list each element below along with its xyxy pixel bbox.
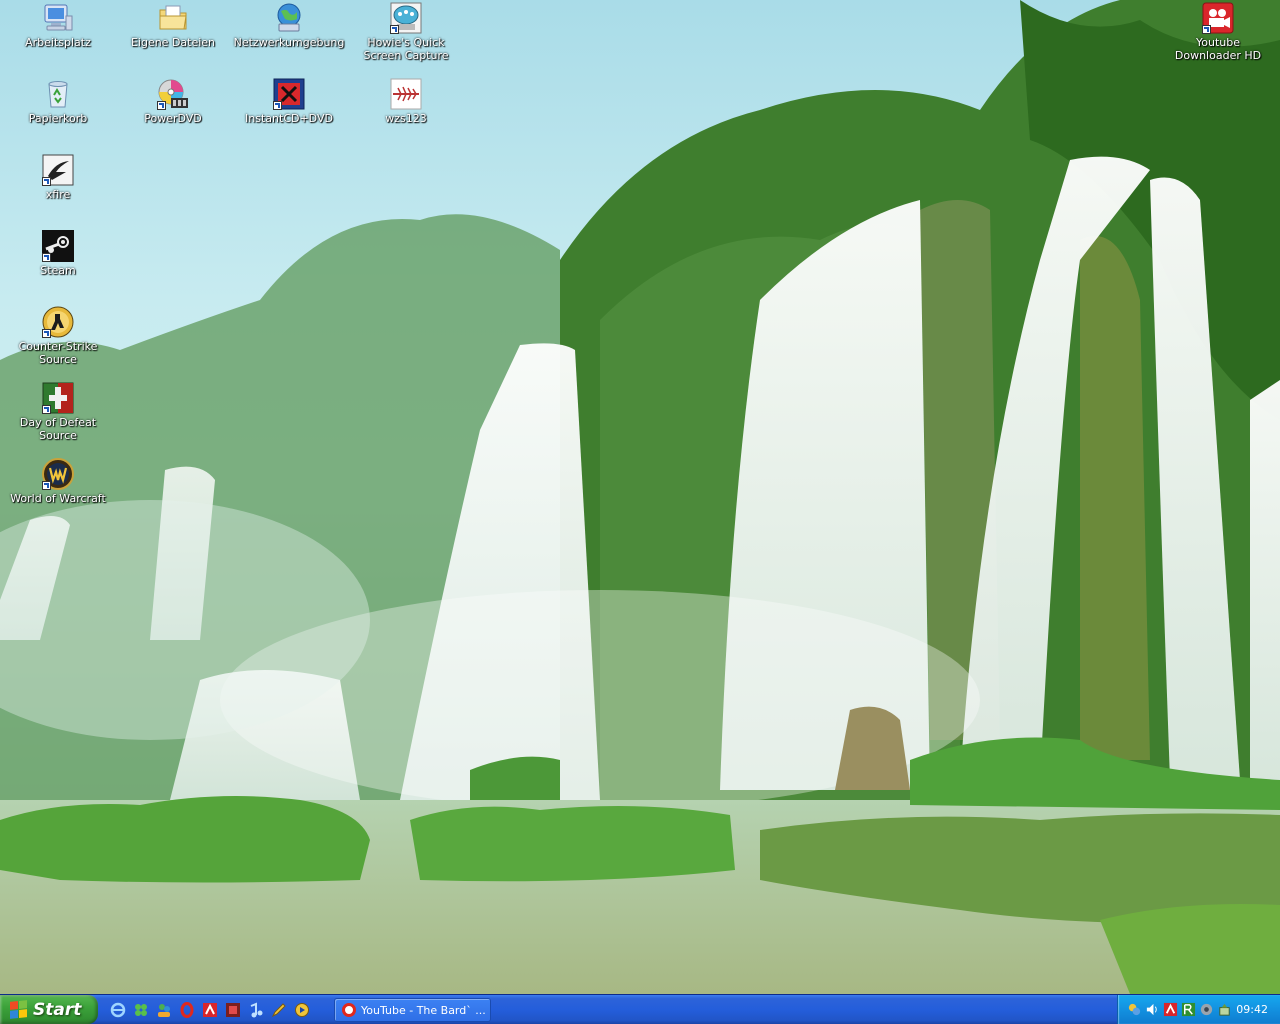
start-label: Start	[33, 999, 82, 1020]
network-icon[interactable]	[1126, 1001, 1142, 1017]
opera-icon	[342, 1003, 356, 1017]
desktop-icon-instantcd[interactable]: InstantCD+DVD	[231, 78, 347, 125]
instantcd-icon	[273, 78, 305, 110]
desktop-icon-wzs123[interactable]: wzs123	[348, 78, 464, 125]
tray-icons	[1126, 1001, 1232, 1017]
desktop-icon-label: Day of Defeat Source	[19, 416, 97, 442]
system-tray: 09:42	[1117, 995, 1280, 1024]
screen-capture-icon	[390, 2, 422, 34]
shortcut-arrow-icon	[1202, 25, 1211, 34]
desktop-icon-counter-strike[interactable]: Counter-Strike Source	[0, 306, 116, 366]
desktop-icon-netzwerkumgebung[interactable]: Netzwerkumgebung	[231, 2, 347, 49]
shortcut-arrow-icon	[157, 101, 166, 110]
antivir-icon[interactable]	[200, 1000, 220, 1020]
day-of-defeat-icon	[42, 382, 74, 414]
desktop-icon-label: Eigene Dateien	[130, 36, 216, 49]
recycle-bin-icon	[42, 78, 74, 110]
desktop-icon-label: InstantCD+DVD	[245, 112, 333, 125]
desktop-icon-label: PowerDVD	[144, 112, 202, 125]
desktop-icon-youtube-downloader-hd[interactable]: Youtube Downloader HD	[1160, 2, 1276, 62]
clock[interactable]: 09:42	[1236, 1003, 1268, 1016]
internet-explorer-icon[interactable]	[108, 1000, 128, 1020]
desktop-icon-label: Howie's Quick Screen Capture	[363, 36, 449, 62]
desktop-icon-label: Netzwerkumgebung	[233, 36, 345, 49]
windows-logo-icon	[10, 1000, 27, 1019]
desktop-icon-day-of-defeat[interactable]: Day of Defeat Source	[0, 382, 116, 442]
rk-icon[interactable]	[1180, 1001, 1196, 1017]
steam-icon	[42, 230, 74, 262]
msn-icon[interactable]	[154, 1000, 174, 1020]
desktop-icon-eigene-dateien[interactable]: Eigene Dateien	[115, 2, 231, 49]
shortcut-arrow-icon	[42, 177, 51, 186]
safely-remove-icon[interactable]	[1216, 1001, 1232, 1017]
antivir-tray-icon[interactable]	[1162, 1001, 1178, 1017]
taskbar-button-label: YouTube - The Bard` ...	[361, 1003, 486, 1017]
app-icon[interactable]	[223, 1000, 243, 1020]
start-button[interactable]: Start	[0, 995, 98, 1024]
desktop-icon-world-of-warcraft[interactable]: World of Warcraft	[0, 458, 116, 505]
desktop-icon-powerdvd[interactable]: PowerDVD	[115, 78, 231, 125]
desktop-icon-xfire[interactable]: xfire	[0, 154, 116, 201]
shortcut-arrow-icon	[42, 405, 51, 414]
volume-icon[interactable]	[1144, 1001, 1160, 1017]
desktop-icon-label: Arbeitsplatz	[25, 36, 91, 49]
desktop-icon-papierkorb[interactable]: Papierkorb	[0, 78, 116, 125]
shortcut-arrow-icon	[42, 329, 51, 338]
settings-tray-icon[interactable]	[1198, 1001, 1214, 1017]
shortcut-arrow-icon	[42, 253, 51, 262]
world-of-warcraft-icon	[42, 458, 74, 490]
desktop-icon-arbeitsplatz[interactable]: Arbeitsplatz	[0, 2, 116, 49]
opera-icon[interactable]	[177, 1000, 197, 1020]
pen-icon[interactable]	[269, 1000, 289, 1020]
my-documents-icon	[157, 2, 189, 34]
xfire-icon	[42, 154, 74, 186]
desktop-icon-label: xfire	[45, 188, 71, 201]
media-player-icon[interactable]	[246, 1000, 266, 1020]
my-computer-icon	[42, 2, 74, 34]
desktop-icon-label: World of Warcraft	[10, 492, 106, 505]
shortcut-arrow-icon	[390, 25, 399, 34]
desktop-icon-steam[interactable]: Steam	[0, 230, 116, 277]
wzs123-icon	[390, 78, 422, 110]
desktop-wallpaper	[0, 0, 1280, 994]
desktop-icon-label: Youtube Downloader HD	[1174, 36, 1262, 62]
desktop-icon-howies-quick-screen-capture[interactable]: Howie's Quick Screen Capture	[348, 2, 464, 62]
youtube-downloader-icon	[1202, 2, 1234, 34]
taskbar: Start YouTube - The Bard` ... 09:42	[0, 994, 1280, 1024]
shortcut-arrow-icon	[273, 101, 282, 110]
desktop-icon-label: Steam	[40, 264, 76, 277]
shortcut-arrow-icon	[42, 481, 51, 490]
quick-launch-bar	[108, 1000, 312, 1020]
winamp-icon[interactable]	[292, 1000, 312, 1020]
waterfall-landscape	[0, 0, 1280, 994]
desktop-icon-label: wzs123	[385, 112, 427, 125]
counter-strike-icon	[42, 306, 74, 338]
desktop-icon-label: Papierkorb	[28, 112, 88, 125]
messenger-icon[interactable]	[131, 1000, 151, 1020]
taskbar-button-youtube[interactable]: YouTube - The Bard` ...	[334, 998, 491, 1022]
powerdvd-icon	[157, 78, 189, 110]
desktop-icon-label: Counter-Strike Source	[18, 340, 98, 366]
network-places-icon	[273, 2, 305, 34]
